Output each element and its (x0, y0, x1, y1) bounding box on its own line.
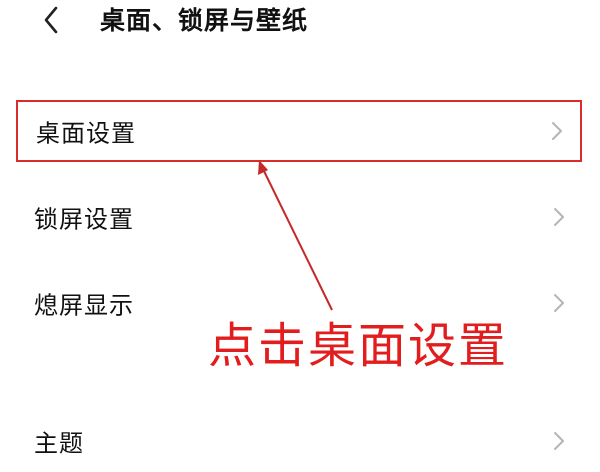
back-button[interactable] (36, 4, 76, 36)
chevron-right-icon (552, 122, 562, 140)
settings-item-label: 锁屏设置 (34, 205, 134, 234)
settings-item-label: 熄屏显示 (34, 291, 134, 320)
settings-item-theme[interactable]: 主题 (16, 410, 582, 472)
settings-item-label: 主题 (34, 429, 84, 458)
chevron-right-icon (554, 208, 564, 226)
chevron-right-icon (554, 294, 564, 312)
top-bar: 桌面、锁屏与壁纸 (0, 0, 600, 64)
settings-item-label: 桌面设置 (36, 119, 136, 148)
chevron-left-icon (44, 6, 58, 34)
page-title: 桌面、锁屏与壁纸 (100, 6, 309, 35)
instruction-annotation: 点击桌面设置 (208, 318, 509, 374)
settings-item-desktop[interactable]: 桌面设置 (16, 100, 582, 162)
settings-item-lockscreen[interactable]: 锁屏设置 (16, 186, 582, 248)
chevron-right-icon (554, 432, 564, 450)
